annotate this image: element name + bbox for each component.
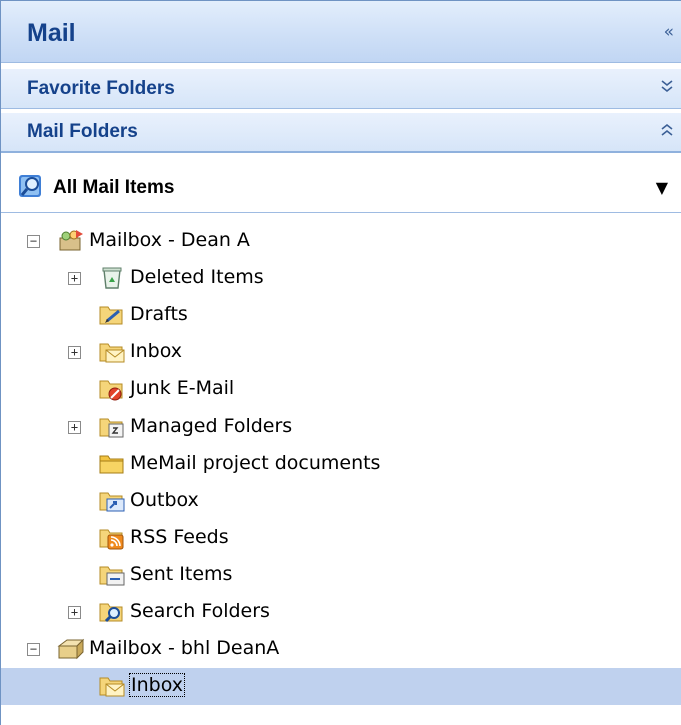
folder-label: Inbox [129,673,185,698]
search-folder-icon [17,172,45,204]
expand-icon[interactable]: + [68,606,81,619]
folder-label: MeMail project documents [130,451,381,474]
folder-icon [98,451,126,477]
pane-title: Mail [27,19,76,47]
expand-icon[interactable]: + [68,420,81,434]
folder-tree-item[interactable]: RSS Feeds [1,520,681,557]
folder-label: Mailbox - bhl DeanA [89,637,280,660]
mailbox-icon [57,228,85,254]
folder-label: Inbox [130,340,182,363]
collapse-chevron-icon[interactable] [660,122,674,143]
rss-icon [98,525,126,551]
folder-tree-item[interactable]: Inbox [1,668,681,706]
folder-label: Drafts [130,303,188,326]
folder-label: Search Folders [130,600,270,622]
favorite-folders-header[interactable]: Favorite Folders [1,69,681,109]
junk-icon [98,376,126,402]
folder-label: Sent Items [130,562,233,585]
dropdown-arrow-icon[interactable]: ▼ [656,178,668,197]
collapse-icon[interactable]: − [27,643,40,657]
outbox-icon [98,488,126,514]
folder-tree-item[interactable]: MeMail project documents [1,446,681,483]
expand-icon[interactable]: + [68,346,81,360]
folder-tree-item[interactable]: − Mailbox - bhl DeanA [1,631,681,668]
mail-navigation-pane: Mail « Favorite Folders Mail Folders All… [0,0,681,725]
drafts-icon [98,302,126,328]
inbox-icon [98,673,126,699]
folder-tree-item[interactable]: Drafts [1,297,681,334]
folder-label: Junk E-Mail [130,377,235,400]
folder-tree-item[interactable]: + Inbox [1,334,681,371]
folder-tree-item[interactable]: + Deleted Items [1,260,681,297]
search-folders-icon [98,599,126,625]
folder-tree-item[interactable]: + Search Folders [1,594,681,631]
collapse-icon[interactable]: − [27,235,40,248]
managed-folders-icon [98,414,126,440]
folder-tree-item[interactable]: Junk E-Mail [1,371,681,408]
mail-folders-header[interactable]: Mail Folders [1,113,681,153]
folder-label: Deleted Items [130,266,264,289]
sent-items-icon [98,562,126,588]
all-mail-items-selector[interactable]: All Mail Items ▼ [1,163,681,213]
all-mail-items-label: All Mail Items [53,176,175,198]
folder-tree-item[interactable]: Outbox [1,483,681,520]
folder-tree-item[interactable]: Sent Items [1,557,681,594]
expand-icon[interactable]: + [68,272,81,286]
pane-title-bar: Mail « [1,1,681,63]
mail-folders-label: Mail Folders [27,121,138,142]
expand-chevron-icon[interactable] [660,78,674,99]
collapse-pane-icon[interactable]: « [664,22,674,42]
deleted-items-icon [98,265,126,291]
folder-label: Managed Folders [130,414,293,437]
folder-label: Outbox [130,488,199,511]
folder-tree-item[interactable]: − Mailbox - Dean A [1,223,681,260]
archive-mailbox-icon [57,636,85,662]
folder-tree-item[interactable]: + Managed Folders [1,409,681,446]
favorite-folders-label: Favorite Folders [27,77,175,99]
folder-label: Mailbox - Dean A [89,229,250,251]
folder-label: RSS Feeds [130,525,229,548]
inbox-icon [98,339,126,365]
